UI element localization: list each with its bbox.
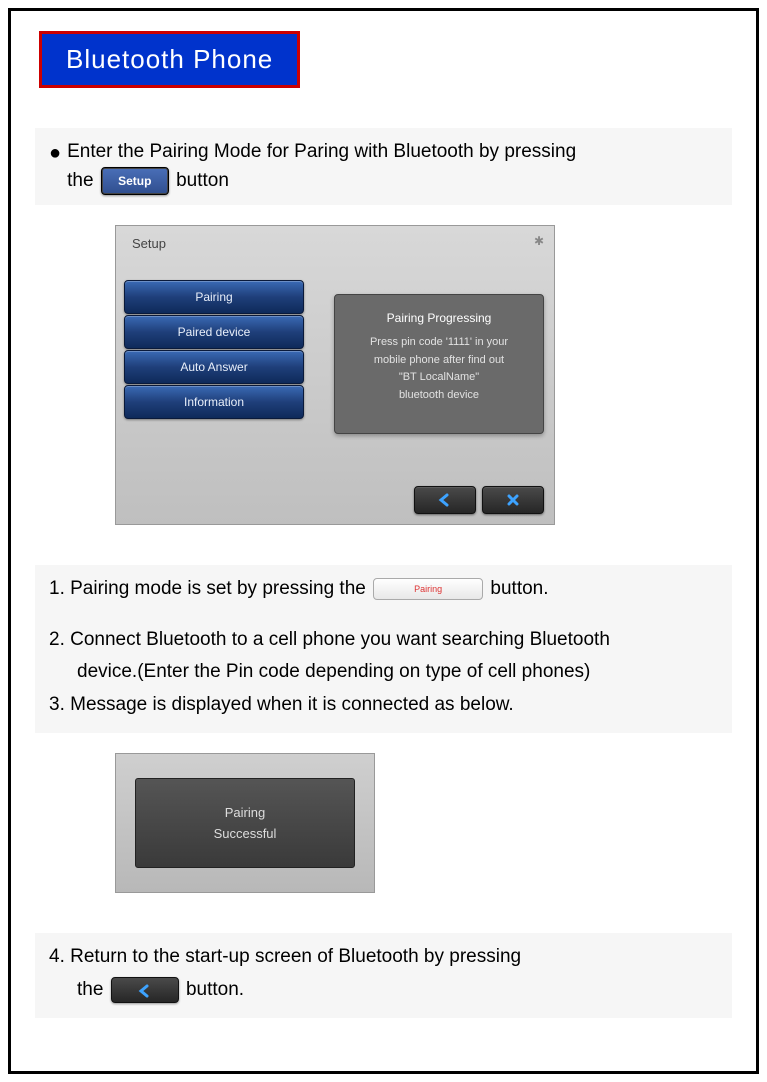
menu-information[interactable]: Information [124,385,304,419]
popup-title: Pairing Progressing [347,309,531,328]
back-button-inline[interactable] [111,977,179,1003]
menu-paired-device[interactable]: Paired device [124,315,304,349]
popup-line4: bluetooth device [347,387,531,405]
bullet-icon: ● [49,138,61,168]
device-header: Setup [116,226,554,266]
intro-text-2b: button [176,170,229,191]
success-line1: Pairing [225,805,265,820]
bluetooth-icon: ✱ [534,234,544,248]
device-menu: Pairing Paired device Auto Answer Inform… [124,280,304,419]
steps-1-3: 1. Pairing mode is set by pressing the P… [35,565,732,733]
step2-text-b: device.(Enter the Pin code depending on … [77,661,590,682]
step3-text: 3. Message is displayed when it is conne… [49,694,514,715]
step4-text-b-b: button. [186,979,244,1000]
intro-text-2a: the [67,170,93,191]
device-back-button[interactable] [414,486,476,514]
success-line2: Successful [214,826,277,841]
step1-text-a: 1. Pairing mode is set by pressing the [49,578,366,599]
popup-line1: Press pin code '1111' in your [347,334,531,352]
setup-button[interactable]: Setup [101,167,169,195]
chevron-left-icon [436,493,454,507]
popup-line2: mobile phone after find out [347,352,531,370]
step1-text-b: button. [490,578,548,599]
chevron-left-icon [136,984,154,998]
intro-text-1: Enter the Pairing Mode for Paring with B… [67,141,576,162]
popup-line3: "BT LocalName" [347,369,531,387]
close-icon [506,493,520,507]
step4-text-b-a: the [77,979,103,1000]
intro-instruction: ● Enter the Pairing Mode for Paring with… [35,128,732,205]
device-nav-row [414,486,544,514]
success-popup: Pairing Successful [135,778,355,868]
step4-text-a: 4. Return to the start-up screen of Blue… [49,946,521,967]
step2-text-a: 2. Connect Bluetooth to a cell phone you… [49,629,610,650]
menu-auto-answer[interactable]: Auto Answer [124,350,304,384]
step-4: 4. Return to the start-up screen of Blue… [35,933,732,1018]
section-title-text: Bluetooth Phone [66,44,273,74]
section-title: Bluetooth Phone [39,31,300,88]
menu-pairing[interactable]: Pairing [124,280,304,314]
pairing-progress-popup: Pairing Progressing Press pin code '1111… [334,294,544,434]
device-screenshot-success: Pairing Successful [115,753,375,893]
device-screenshot-setup: Setup ✱ Pairing Paired device Auto Answe… [115,225,555,525]
device-close-button[interactable] [482,486,544,514]
pairing-button-inline[interactable]: Pairing [373,578,483,600]
